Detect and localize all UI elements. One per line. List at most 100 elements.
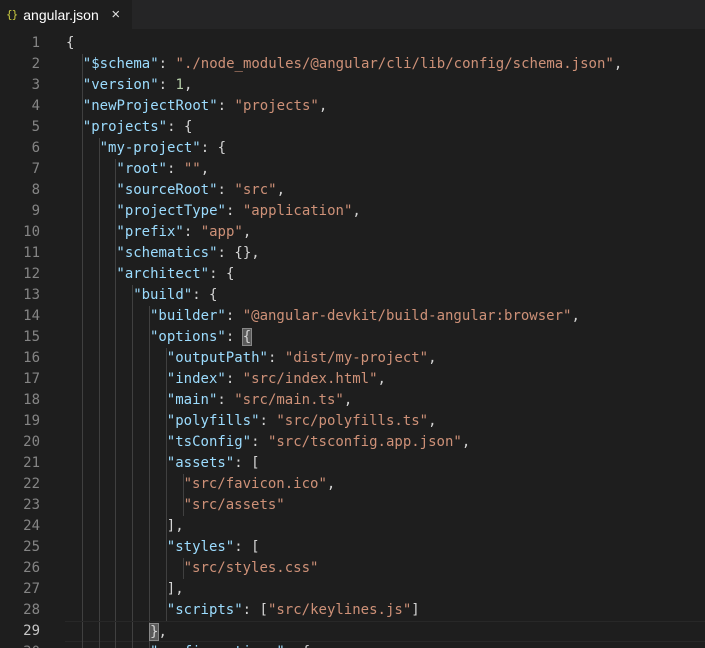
code-line[interactable]: 24],	[0, 516, 705, 537]
indent-guide	[149, 411, 150, 432]
indent-guide	[149, 369, 150, 390]
code-line[interactable]: 15 "options": {	[0, 327, 705, 348]
json-string: "src/styles.css"	[183, 560, 319, 576]
indent-guide	[132, 495, 134, 516]
code-line[interactable]: 8 "sourceRoot": "src",	[0, 180, 705, 201]
indent-guide	[98, 306, 100, 327]
code-line[interactable]: 27],	[0, 579, 705, 600]
line-number: 12	[23, 266, 40, 282]
indent-guide	[81, 432, 83, 453]
indent-guide	[132, 642, 134, 648]
indent-guide	[81, 453, 83, 474]
line-number: 13	[23, 287, 40, 303]
code-line[interactable]: 19 "polyfills": "src/polyfills.ts",	[0, 411, 705, 432]
json-punctuation: : [	[234, 539, 260, 555]
json-punctuation: :	[217, 392, 235, 408]
code-line[interactable]: 17 "index": "src/index.html",	[0, 369, 705, 390]
line-number: 20	[23, 434, 40, 450]
indent-guide	[98, 243, 100, 264]
code-line[interactable]: 29},	[0, 621, 705, 643]
indent-guide	[98, 622, 100, 643]
json-punctuation: :	[225, 308, 243, 324]
code-line[interactable]: 7 "root": "",	[0, 159, 705, 180]
indent-guide	[115, 642, 117, 648]
indent-guide	[81, 285, 83, 306]
code-line[interactable]: 28 "scripts": ["src/keylines.js"]	[0, 600, 705, 621]
json-punctuation: : {},	[217, 245, 260, 261]
indent-guide	[81, 622, 83, 643]
indent-guide	[98, 327, 100, 348]
indent-guide	[98, 642, 100, 648]
code-content: "options": {	[65, 327, 705, 348]
code-line[interactable]: 21 "assets": [	[0, 453, 705, 474]
indent-guide	[98, 453, 100, 474]
indent-guide	[132, 579, 134, 600]
indent-guide	[132, 411, 134, 432]
code-content: {	[65, 33, 705, 54]
tab-bar: {} angular.json ×	[0, 0, 705, 29]
code-content: "my-project": {	[65, 138, 705, 159]
code-content: "build": {	[65, 285, 705, 306]
tab-angular-json[interactable]: {} angular.json ×	[0, 0, 132, 29]
indent-guide	[132, 516, 134, 537]
code-content: "root": "",	[65, 159, 705, 180]
indent-guide	[149, 453, 150, 474]
code-content: "configurations": {	[65, 642, 705, 648]
json-punctuation: ],	[166, 518, 184, 534]
json-punctuation: : {	[209, 266, 235, 282]
code-line[interactable]: 12 "architect": {	[0, 264, 705, 285]
code-line[interactable]: 13 "build": {	[0, 285, 705, 306]
json-punctuation: :	[225, 203, 243, 219]
code-line[interactable]: 3 "version": 1,	[0, 75, 705, 96]
close-icon[interactable]: ×	[109, 6, 123, 23]
json-key: "newProjectRoot"	[82, 98, 218, 114]
code-line[interactable]: 1{	[0, 33, 705, 54]
line-number: 16	[23, 350, 40, 366]
json-key: "$schema"	[82, 56, 159, 72]
indent-guide	[98, 180, 100, 201]
code-line[interactable]: 9 "projectType": "application",	[0, 201, 705, 222]
code-line[interactable]: 23 "src/assets"	[0, 495, 705, 516]
json-number: 1	[175, 77, 184, 93]
json-key: "root"	[116, 161, 167, 177]
code-line[interactable]: 11 "schematics": {},	[0, 243, 705, 264]
code-content: "prefix": "app",	[65, 222, 705, 243]
indent-guide	[132, 327, 134, 348]
json-punctuation: : {	[167, 119, 193, 135]
code-line[interactable]: 20 "tsConfig": "src/tsconfig.app.json",	[0, 432, 705, 453]
code-line[interactable]: 10 "prefix": "app",	[0, 222, 705, 243]
indent-guide	[115, 390, 117, 411]
indent-guide	[98, 369, 100, 390]
indent-guide	[149, 537, 150, 558]
code-line[interactable]: 2 "$schema": "./node_modules/@angular/cli…	[0, 54, 705, 75]
json-punctuation: ,	[343, 392, 353, 408]
indent-guide	[81, 495, 83, 516]
json-key: "build"	[133, 287, 193, 303]
code-line[interactable]: 6 "my-project": {	[0, 138, 705, 159]
line-number: 25	[23, 539, 40, 555]
code-line[interactable]: 26 "src/styles.css"	[0, 558, 705, 579]
code-line[interactable]: 30 "configurations": {	[0, 642, 705, 648]
json-string: "src/tsconfig.app.json"	[267, 434, 462, 450]
code-editor[interactable]: 1{2 "$schema": "./node_modules/@angular/c…	[0, 29, 705, 648]
indent-guide	[98, 600, 100, 621]
indent-guide	[115, 432, 117, 453]
code-line[interactable]: 18 "main": "src/main.ts",	[0, 390, 705, 411]
json-punctuation: :	[158, 56, 176, 72]
code-line[interactable]: 14 "builder": "@angular-devkit/build-angu…	[0, 306, 705, 327]
code-line[interactable]: 5 "projects": {	[0, 117, 705, 138]
indent-guide	[165, 495, 167, 516]
line-number: 19	[23, 413, 40, 429]
code-line[interactable]: 16 "outputPath": "dist/my-project",	[0, 348, 705, 369]
json-punctuation: :	[259, 413, 277, 429]
line-number: 2	[31, 56, 40, 72]
code-line[interactable]: 4 "newProjectRoot": "projects",	[0, 96, 705, 117]
indent-guide	[115, 537, 117, 558]
code-line[interactable]: 25 "styles": [	[0, 537, 705, 558]
line-number: 1	[31, 35, 40, 51]
code-line[interactable]: 22 "src/favicon.ico",	[0, 474, 705, 495]
indent-guide	[81, 243, 83, 264]
indent-guide	[132, 432, 134, 453]
code-content: "tsConfig": "src/tsconfig.app.json",	[65, 432, 705, 453]
json-punctuation: ,	[428, 350, 437, 366]
